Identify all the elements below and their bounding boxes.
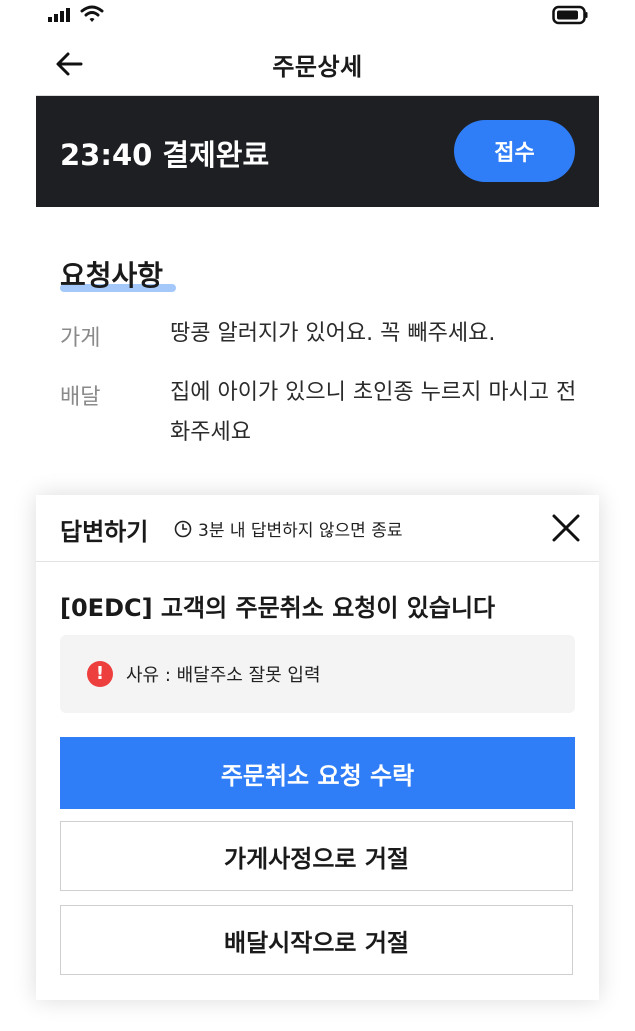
- close-icon[interactable]: [551, 513, 581, 543]
- battery-icon: [552, 5, 588, 25]
- status-bar: [0, 0, 635, 30]
- request-value: 집에 아이가 있으니 초인종 누르지 마시고 전화주세요: [170, 380, 577, 445]
- modal-title: 답변하기: [60, 518, 149, 546]
- page-title: 주문상세: [272, 53, 363, 81]
- reason-box: ! 사유 : 배달주소 잘못 입력: [60, 635, 575, 713]
- wifi-icon: [80, 5, 104, 22]
- request-value: 땅콩 알러지가 있어요. 꼭 빼주세요.: [170, 321, 496, 346]
- order-status-bar: 23:40 결제완료 접수: [36, 96, 599, 207]
- accept-order-button[interactable]: 접수: [454, 120, 575, 182]
- order-status-text: 23:40 결제완료: [60, 138, 270, 172]
- accept-cancel-button[interactable]: 주문취소 요청 수락: [60, 737, 575, 809]
- reject-store-reason-button[interactable]: 가게사정으로 거절: [60, 821, 573, 891]
- cancel-request-message: [0EDC] 고객의 주문취소 요청이 있습니다: [60, 594, 496, 622]
- clock-icon: [174, 520, 192, 537]
- reason-text: 사유 : 배달주소 잘못 입력: [126, 665, 321, 686]
- modal-header: 답변하기 3분 내 답변하지 않으면 종료: [36, 495, 599, 562]
- reply-modal: 답변하기 3분 내 답변하지 않으면 종료 [0EDC] 고객의 주문취소 요청…: [36, 495, 599, 1000]
- timer-text: 3분 내 답변하지 않으면 종료: [198, 521, 403, 541]
- reject-delivery-started-button[interactable]: 배달시작으로 거절: [60, 905, 573, 975]
- request-label: 배달: [60, 385, 101, 410]
- app-header: 주문상세: [36, 36, 599, 94]
- request-label: 가게: [60, 326, 101, 351]
- alert-icon: !: [87, 661, 113, 687]
- timer-notice: 3분 내 답변하지 않으면 종료: [174, 516, 402, 541]
- requests-title: 요청사항: [60, 259, 164, 292]
- signal-icon: [48, 8, 70, 22]
